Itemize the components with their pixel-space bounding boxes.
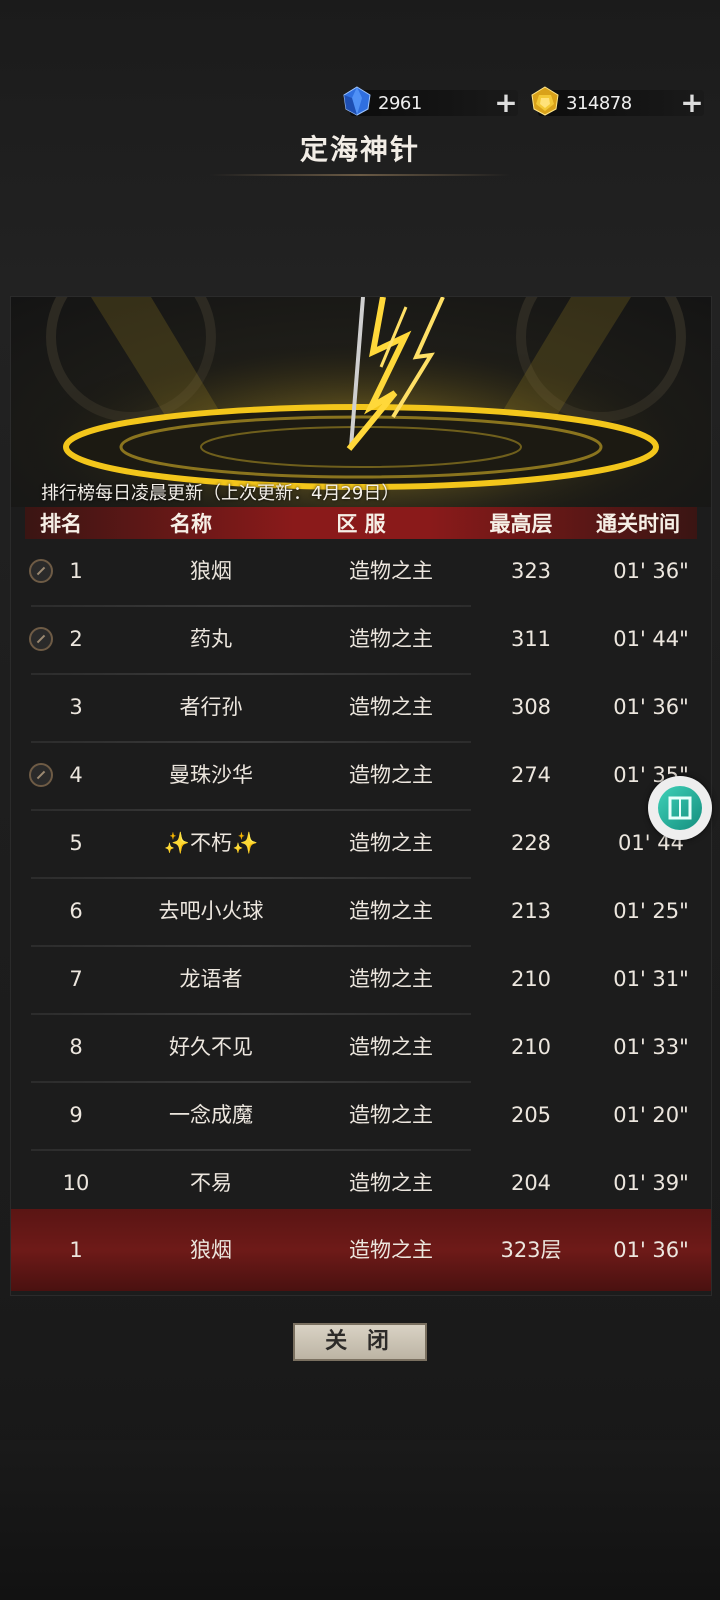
leaderboard-panel: 排行榜每日凌晨更新（上次更新：4月29日） 排名 名称 区 服 最高层 通关时间… xyxy=(10,296,712,1296)
my-level: 323层 xyxy=(500,1238,562,1262)
row-server: 造物之主 xyxy=(349,967,433,991)
row-server: 造物之主 xyxy=(349,627,433,651)
table-row[interactable]: 4 曼珠沙华 造物之主 274 01' 35" xyxy=(29,743,691,811)
table-row[interactable]: 9 一念成魔 造物之主 205 01' 20" xyxy=(31,1083,691,1151)
row-level: 205 xyxy=(510,1103,552,1127)
row-level: 210 xyxy=(510,967,552,991)
rank-badge-icon xyxy=(29,559,53,583)
row-name: ✨不朽✨ xyxy=(163,831,259,855)
gold-amount: 314878 xyxy=(566,92,632,114)
gold-counter: 314878 + xyxy=(531,86,704,117)
my-time: 01' 36" xyxy=(613,1238,689,1262)
row-rank: 6 xyxy=(69,899,83,923)
row-level: 210 xyxy=(510,1035,552,1059)
floating-assistant-button[interactable] xyxy=(648,776,712,840)
header-name: 名称 xyxy=(170,512,212,536)
update-note: 排行榜每日凌晨更新（上次更新：4月29日） xyxy=(41,483,400,504)
row-rank: 4 xyxy=(69,763,83,787)
row-rank: 5 xyxy=(69,831,83,855)
row-server: 造物之主 xyxy=(349,899,433,923)
rank-badge-icon xyxy=(29,627,53,651)
close-button[interactable]: 关 闭 xyxy=(293,1323,427,1361)
page-title: 定海神针 xyxy=(299,133,420,166)
row-time: 01' 20" xyxy=(613,1103,689,1127)
row-level: 308 xyxy=(510,695,552,719)
table-row[interactable]: 6 去吧小火球 造物之主 213 01' 25" xyxy=(31,879,691,947)
my-server: 造物之主 xyxy=(349,1238,433,1262)
row-name: 龙语者 xyxy=(179,967,243,991)
table-row[interactable]: 7 龙语者 造物之主 210 01' 31" xyxy=(31,947,691,1015)
table-row[interactable]: 8 好久不见 造物之主 210 01' 33" xyxy=(31,1015,691,1083)
cube-icon xyxy=(658,786,702,830)
row-rank: 7 xyxy=(69,967,83,991)
table-row[interactable]: 5 ✨不朽✨ 造物之主 228 01' 44 xyxy=(31,811,691,879)
my-rank-row: 1 狼烟 造物之主 323层 01' 36" xyxy=(11,1209,711,1291)
row-name: 药丸 xyxy=(190,627,232,651)
row-name: 曼珠沙华 xyxy=(169,763,253,787)
row-rank: 10 xyxy=(62,1171,90,1195)
row-level: 274 xyxy=(510,763,552,787)
row-time: 01' 39" xyxy=(613,1171,689,1195)
banner-artwork: 排行榜每日凌晨更新（上次更新：4月29日） xyxy=(11,297,711,507)
row-server: 造物之主 xyxy=(349,1035,433,1059)
row-server: 造物之主 xyxy=(349,763,433,787)
row-time: 01' 33" xyxy=(613,1035,689,1059)
add-diamond-button[interactable]: + xyxy=(494,89,518,117)
title-divider xyxy=(210,174,510,176)
header-rank: 排名 xyxy=(40,512,82,536)
bottom-background xyxy=(0,1440,720,1600)
row-level: 228 xyxy=(510,831,552,855)
row-level: 213 xyxy=(510,899,552,923)
header-server: 区 服 xyxy=(336,512,386,536)
row-name: 好久不见 xyxy=(169,1035,253,1059)
golden-needle-illustration xyxy=(11,297,711,507)
row-time: 01' 36" xyxy=(613,695,689,719)
row-level: 204 xyxy=(510,1171,552,1195)
row-server: 造物之主 xyxy=(349,695,433,719)
row-level: 311 xyxy=(510,627,552,651)
header-level: 最高层 xyxy=(489,512,553,536)
row-level: 323 xyxy=(510,559,552,583)
row-time: 01' 25" xyxy=(613,899,689,923)
table-header: 排名 名称 区 服 最高层 通关时间 xyxy=(25,507,697,539)
row-name: 狼烟 xyxy=(190,559,232,583)
row-time: 01' 36" xyxy=(613,559,689,583)
table-row[interactable]: 3 者行孙 造物之主 308 01' 36" xyxy=(31,675,691,743)
table-row[interactable]: 1 狼烟 造物之主 323 01' 36" xyxy=(29,539,691,607)
diamond-counter: 2961 + xyxy=(343,86,518,117)
diamond-amount: 2961 xyxy=(378,92,422,114)
add-gold-button[interactable]: + xyxy=(680,89,704,117)
row-name: 者行孙 xyxy=(179,695,243,719)
row-time: 01' 44" xyxy=(613,627,689,651)
my-rank: 1 xyxy=(69,1238,83,1262)
row-server: 造物之主 xyxy=(349,831,433,855)
my-name: 狼烟 xyxy=(190,1238,232,1262)
row-time: 01' 31" xyxy=(613,967,689,991)
row-name: 一念成魔 xyxy=(169,1103,253,1127)
header-time: 通关时间 xyxy=(596,512,680,536)
rank-badge-icon xyxy=(29,763,53,787)
row-rank: 3 xyxy=(69,695,83,719)
gold-gem-icon xyxy=(531,86,559,116)
row-rank: 9 xyxy=(69,1103,83,1127)
row-rank: 1 xyxy=(69,559,83,583)
row-name: 去吧小火球 xyxy=(158,899,264,923)
row-name: 不易 xyxy=(190,1171,232,1195)
row-server: 造物之主 xyxy=(349,559,433,583)
table-row[interactable]: 2 药丸 造物之主 311 01' 44" xyxy=(29,607,691,675)
row-rank: 2 xyxy=(69,627,83,651)
row-rank: 8 xyxy=(69,1035,83,1059)
row-server: 造物之主 xyxy=(349,1171,433,1195)
blue-gem-icon xyxy=(343,86,371,116)
row-server: 造物之主 xyxy=(349,1103,433,1127)
